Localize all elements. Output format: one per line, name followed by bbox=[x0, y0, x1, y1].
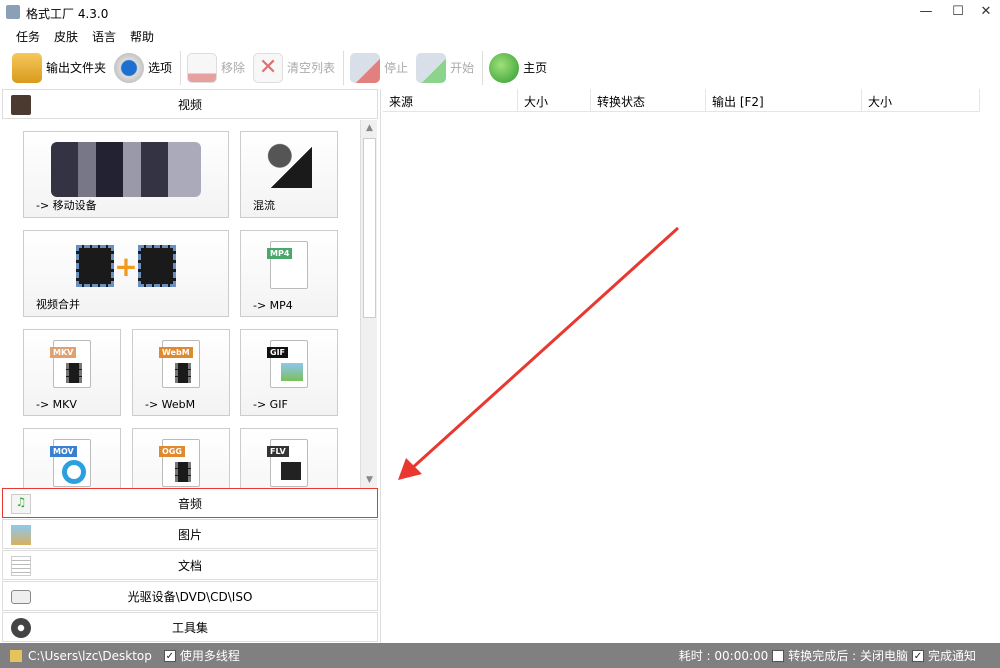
mobile-devices-icon bbox=[51, 142, 201, 197]
tile-mp4[interactable]: MP4 -> MP4 bbox=[240, 230, 338, 317]
notify-label: 完成通知 bbox=[927, 649, 976, 663]
mkv-file-icon: MKV bbox=[50, 340, 91, 388]
video-join-icon: + bbox=[76, 245, 176, 287]
tile-mkv[interactable]: MKV -> MKV bbox=[23, 329, 121, 416]
folder-icon bbox=[10, 649, 22, 662]
column-output[interactable]: 输出 [F2] bbox=[706, 89, 862, 112]
flv-file-icon: FLV bbox=[267, 439, 308, 487]
folder-icon bbox=[12, 52, 42, 83]
menu-task[interactable]: 任务 bbox=[16, 28, 40, 45]
category-video[interactable]: 视频 bbox=[2, 89, 378, 119]
start-icon bbox=[416, 52, 447, 83]
close-button[interactable]: ✕ bbox=[976, 4, 996, 20]
output-path[interactable]: C:\Users\lzc\Desktop bbox=[28, 649, 152, 663]
music-note-icon: ♫ bbox=[11, 494, 31, 514]
mov-file-icon: MOV bbox=[50, 439, 91, 487]
clear-list-button[interactable]: ✕ 清空列表 bbox=[253, 52, 335, 83]
maximize-button[interactable]: ☐ bbox=[948, 4, 968, 20]
window-title: 格式工厂 4.3.0 bbox=[26, 7, 109, 21]
category-optical-drive[interactable]: 光驱设备\DVD\CD\ISO bbox=[2, 581, 378, 611]
stop-button[interactable]: 停止 bbox=[350, 52, 408, 83]
column-source[interactable]: 来源 bbox=[383, 89, 518, 112]
multithread-label: 使用多线程 bbox=[179, 649, 240, 663]
gear-icon bbox=[114, 52, 145, 83]
gif-file-icon: GIF bbox=[267, 340, 308, 388]
tile-mux[interactable]: 混流 bbox=[240, 131, 338, 218]
elapsed-time: 耗时 : 00:00:00 bbox=[678, 649, 769, 663]
tile-flv[interactable]: FLV bbox=[240, 428, 338, 488]
home-button[interactable]: 主页 bbox=[489, 52, 547, 83]
category-tools[interactable]: 工具集 bbox=[2, 612, 378, 642]
notify-checkbox[interactable]: ✓ bbox=[911, 649, 924, 662]
shutdown-checkbox[interactable] bbox=[772, 649, 785, 662]
tile-video-join[interactable]: + 视频合并 bbox=[23, 230, 229, 317]
remove-file-icon bbox=[187, 52, 218, 83]
scrollbar-thumb[interactable] bbox=[363, 138, 376, 318]
webm-file-icon: WebM bbox=[159, 340, 200, 388]
remove-button[interactable]: 移除 bbox=[187, 52, 245, 83]
grid-scrollbar[interactable]: ▲ ▼ bbox=[360, 120, 377, 488]
menu-skin[interactable]: 皮肤 bbox=[54, 28, 78, 45]
title-bar: 格式工厂 4.3.0 — ☐ ✕ bbox=[0, 0, 1000, 25]
task-list: 来源 大小 转换状态 输出 [F2] 大小 bbox=[383, 89, 1000, 643]
minimize-button[interactable]: — bbox=[916, 4, 936, 20]
task-table-header: 来源 大小 转换状态 输出 [F2] 大小 bbox=[383, 89, 980, 112]
clear-x-icon: ✕ bbox=[253, 52, 284, 83]
output-folder-button[interactable]: 输出文件夹 bbox=[12, 52, 106, 83]
menu-bar: 任务 皮肤 语言 帮助 bbox=[0, 25, 154, 47]
app-icon bbox=[6, 5, 20, 19]
toolbar-separator bbox=[180, 50, 182, 85]
column-status[interactable]: 转换状态 bbox=[591, 89, 706, 112]
toolbar-separator bbox=[343, 50, 345, 85]
toolbar-separator bbox=[482, 50, 484, 85]
mp4-file-icon: MP4 bbox=[267, 241, 308, 289]
category-audio[interactable]: ♫ 音频 bbox=[2, 488, 378, 518]
tile-mobile-device[interactable]: -> 移动设备 bbox=[23, 131, 229, 218]
tile-gif[interactable]: GIF -> GIF bbox=[240, 329, 338, 416]
multithread-checkbox[interactable]: ✓ bbox=[163, 649, 176, 662]
menu-language[interactable]: 语言 bbox=[92, 28, 116, 45]
menu-help[interactable]: 帮助 bbox=[130, 28, 154, 45]
category-panel: 视频 -> 移动设备 混流 + 视频合并 MP4 -> MP4 MKV -> MKV … bbox=[0, 89, 381, 643]
toolbar: 输出文件夹 选项 移除 ✕ 清空列表 停止 开始 主页 bbox=[0, 47, 1000, 88]
tools-reel-icon bbox=[11, 618, 31, 638]
column-output-size[interactable]: 大小 bbox=[862, 89, 980, 112]
mux-icon bbox=[266, 142, 312, 188]
stop-icon bbox=[350, 52, 381, 83]
document-icon bbox=[11, 556, 31, 576]
globe-search-icon bbox=[489, 52, 520, 83]
ogg-file-icon: OGG bbox=[159, 439, 200, 487]
tile-mov[interactable]: MOV bbox=[23, 428, 121, 488]
start-button[interactable]: 开始 bbox=[416, 52, 474, 83]
category-picture[interactable]: 图片 bbox=[2, 519, 378, 549]
tile-ogg[interactable]: OGG bbox=[132, 428, 230, 488]
disc-drive-icon bbox=[11, 590, 31, 604]
column-size[interactable]: 大小 bbox=[518, 89, 591, 112]
shutdown-label: 转换完成后 : 关闭电脑 bbox=[788, 649, 908, 663]
video-clapper-icon bbox=[11, 95, 31, 115]
status-bar: C:\Users\lzc\Desktop ✓ 使用多线程 耗时 : 00:00:… bbox=[0, 643, 1000, 668]
options-button[interactable]: 选项 bbox=[114, 52, 172, 83]
video-format-grid: -> 移动设备 混流 + 视频合并 MP4 -> MP4 MKV -> MKV Web… bbox=[2, 120, 378, 488]
tile-webm[interactable]: WebM -> WebM bbox=[132, 329, 230, 416]
scroll-up-icon[interactable]: ▲ bbox=[361, 120, 378, 136]
picture-icon bbox=[11, 525, 31, 545]
category-document[interactable]: 文档 bbox=[2, 550, 378, 580]
scroll-down-icon[interactable]: ▼ bbox=[361, 472, 378, 488]
